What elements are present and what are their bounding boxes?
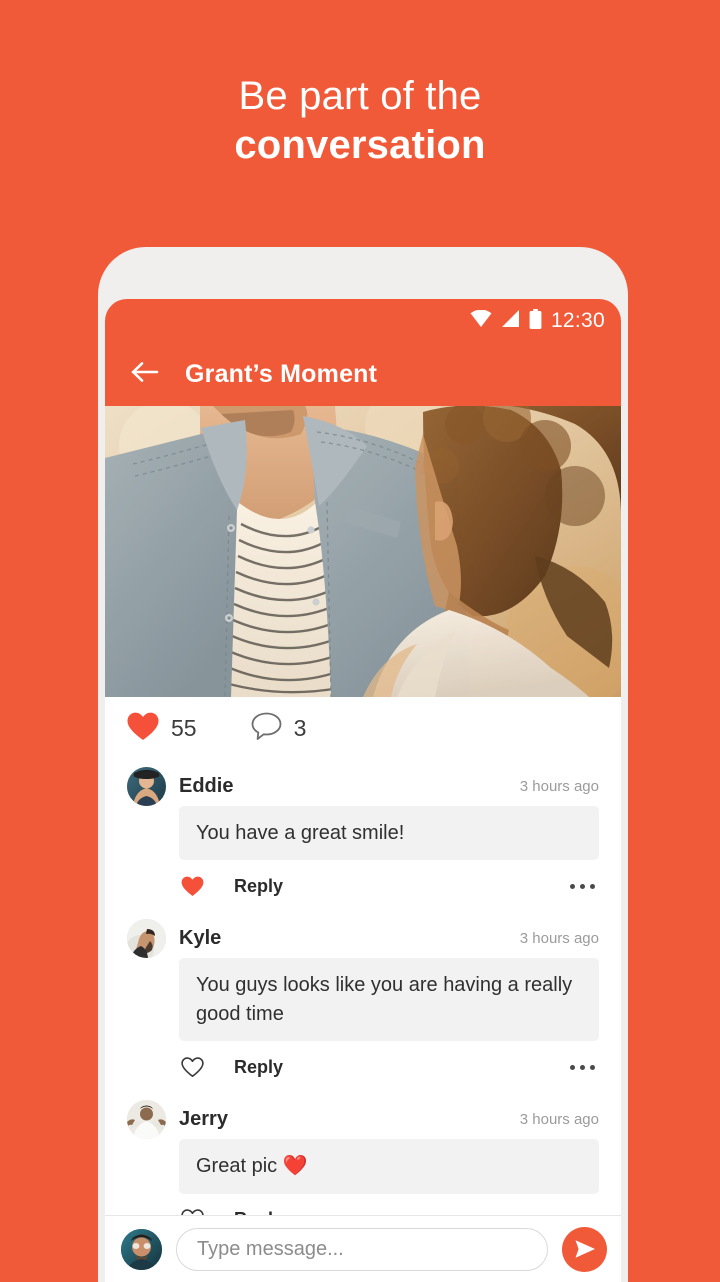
back-arrow-icon[interactable] [131,361,159,388]
app-bar: Grant’s Moment [105,343,621,406]
comment-timestamp: 3 hours ago [519,777,599,795]
like-count: 55 [171,715,197,741]
phone-mockup: 12:30 Grant’s Moment 55 3 Eddie 3 hours … [98,247,628,1282]
post-photo[interactable] [105,406,621,697]
comment-count: 3 [293,715,307,741]
avatar[interactable] [121,1228,162,1270]
more-options-icon[interactable] [570,883,599,889]
comment-author: Eddie [179,774,234,797]
comment-header: Eddie 3 hours ago [127,766,599,806]
avatar[interactable] [127,766,166,806]
heart-outline-icon[interactable] [179,1056,205,1078]
reply-button[interactable]: Reply [234,1209,283,1215]
comment-timestamp: 3 hours ago [519,929,599,947]
more-options-icon[interactable] [570,1064,599,1070]
headline-line-2: conversation [234,122,486,167]
avatar[interactable] [127,918,166,958]
status-time: 12:30 [550,309,605,332]
list-item: Kyle 3 hours ago You guys looks like you… [105,912,621,1093]
comment-timestamp: 3 hours ago [519,1110,599,1128]
comment-author: Jerry [179,1107,228,1130]
signal-icon [501,310,520,332]
reply-button[interactable]: Reply [234,1057,283,1078]
heart-filled-icon [127,712,159,746]
comment-button[interactable]: 3 [251,712,307,746]
comment-text: You guys looks like you are having a rea… [179,958,599,1042]
comment-actions: Reply [179,1194,599,1215]
heart-filled-icon[interactable] [179,876,205,897]
phone-screen: 12:30 Grant’s Moment 55 3 Eddie 3 hours … [105,299,621,1282]
reply-button[interactable]: Reply [234,876,283,897]
comment-header: Jerry 3 hours ago [127,1099,599,1139]
headline-line-1: Be part of the [238,74,482,118]
status-bar: 12:30 [105,299,621,343]
message-composer: Type message... [105,1215,621,1282]
avatar[interactable] [127,1099,166,1139]
like-button[interactable]: 55 [127,712,197,746]
heart-outline-icon[interactable] [179,1209,205,1215]
comment-header: Kyle 3 hours ago [127,918,599,958]
send-button[interactable] [562,1226,607,1272]
message-input[interactable]: Type message... [176,1227,548,1271]
promo-headline: Be part of the conversation [0,72,720,170]
list-item: Jerry 3 hours ago Great pic ❤️ Reply [105,1093,621,1215]
comment-actions: Reply [179,860,599,912]
wifi-icon [470,309,492,332]
comments-list[interactable]: Eddie 3 hours ago You have a great smile… [105,760,621,1215]
list-item: Eddie 3 hours ago You have a great smile… [105,760,621,912]
send-icon [575,1240,595,1258]
comment-text: Great pic ❤️ [179,1139,599,1194]
comment-text: You have a great smile! [179,806,599,861]
engagement-bar: 55 3 [105,697,621,760]
speech-bubble-icon [251,712,282,746]
battery-icon [529,308,542,334]
comment-author: Kyle [179,926,222,949]
comment-actions: Reply [179,1041,599,1093]
page-title: Grant’s Moment [185,360,378,388]
